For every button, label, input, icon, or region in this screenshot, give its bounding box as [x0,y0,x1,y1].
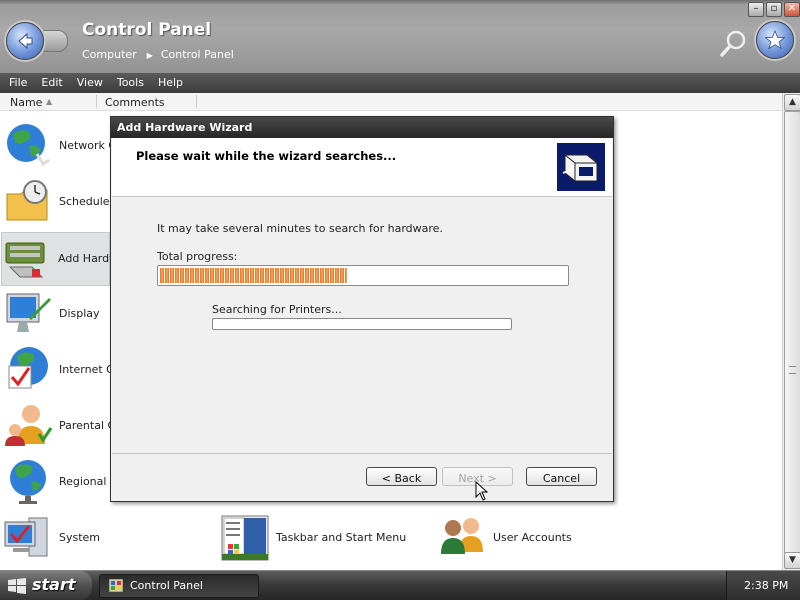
clock[interactable]: 2:38 PM [744,579,788,592]
grip-icon [789,366,796,374]
taskbar: start Control Panel 2:38 PM [0,570,800,600]
favorites-button[interactable] [756,21,794,59]
back-button[interactable] [6,22,44,60]
hardware-wizard-icon [557,143,605,191]
column-header: Name ▲ Comments [0,93,782,111]
list-item-parental-controls[interactable]: Parental Co [3,400,122,452]
list-item-internet-options[interactable]: Internet Op [3,344,122,396]
minimize-button[interactable]: – [748,2,764,17]
menu-view[interactable]: View [70,73,110,93]
search-icon[interactable] [718,28,750,60]
list-item-display[interactable]: Display [3,288,103,340]
system-tray: 2:38 PM [726,571,800,600]
dialog-title-bar[interactable]: Add Hardware Wizard [111,117,613,138]
title-bar: Control Panel Computer ▶ Control Panel – ▫… [0,0,800,73]
menu-edit[interactable]: Edit [34,73,69,93]
start-button[interactable]: start [0,571,92,600]
list-item-regional[interactable]: Regional ar [3,456,121,508]
scroll-up-arrow-icon[interactable]: ▲ [784,94,800,111]
back-button[interactable]: < Back [366,467,437,486]
list-item-user-accounts[interactable]: User Accounts [437,512,577,564]
dialog-body: It may take several minutes to search fo… [112,197,612,452]
scrollbar-thumb[interactable] [784,111,800,554]
arrow-left-icon [18,32,33,50]
list-item-system[interactable]: System [3,512,103,564]
search-progress-bar [212,318,512,330]
scheduled-tasks-icon [6,180,48,221]
mouse-cursor-icon [475,481,489,501]
windows-logo-icon [8,578,26,594]
start-label: start [32,575,76,594]
close-button[interactable]: ✕ [784,2,800,17]
dialog-footer: < Back Next > Cancel [112,453,612,501]
add-hardware-icon [5,242,45,278]
total-progress-label: Total progress: [157,250,238,263]
menu-tools[interactable]: Tools [110,73,151,93]
taskbar-button-label: Control Panel [130,579,203,592]
column-divider[interactable] [196,95,197,108]
add-hardware-wizard-dialog: Add Hardware Wizard Please wait while th… [110,116,614,502]
maximize-button[interactable]: ▫ [766,2,782,17]
searching-status-label: Searching for Printers... [212,303,342,316]
user-accounts-icon [441,518,483,554]
column-comments[interactable]: Comments [105,96,165,109]
sort-ascending-icon: ▲ [46,97,53,106]
internet-options-icon [8,347,48,389]
display-icon [6,293,51,332]
star-icon [764,29,786,50]
column-name[interactable]: Name [10,96,42,109]
dialog-header: Please wait while the wizard searches... [112,138,612,197]
breadcrumb: Computer ▶ Control Panel [82,48,234,61]
list-item-network[interactable]: Network Co [3,120,123,172]
cancel-button[interactable]: Cancel [526,467,597,486]
system-icon [4,517,48,557]
globe-network-icon [7,124,50,167]
scroll-down-arrow-icon[interactable]: ▼ [784,552,800,569]
list-item-scheduled-tasks[interactable]: Scheduled T [3,176,127,228]
taskbar-button-control-panel[interactable]: Control Panel [99,574,259,598]
list-item-label: System [59,531,101,544]
breadcrumb-separator-icon: ▶ [146,51,153,60]
dialog-description: It may take several minutes to search fo… [157,222,443,235]
menu-file[interactable]: File [0,73,34,93]
control-panel-icon [109,579,123,592]
list-item-label: Display [59,307,100,320]
list-item-taskbar-start-menu[interactable]: Taskbar and Start Menu [220,512,406,564]
parental-controls-icon [5,405,53,446]
breadcrumb-item-control-panel[interactable]: Control Panel [161,48,234,61]
column-divider[interactable] [96,95,97,108]
dialog-title: Add Hardware Wizard [117,121,253,134]
total-progress-bar [157,265,569,286]
list-item-add-hardware[interactable]: Add Hardw [1,232,118,286]
dialog-heading: Please wait while the wizard searches... [136,149,397,163]
vertical-scrollbar[interactable]: ▲ ▼ [782,93,800,570]
breadcrumb-item-computer[interactable]: Computer [82,48,137,61]
total-progress-fill [160,268,347,283]
window-title: Control Panel [82,20,212,40]
taskbar-start-menu-icon [221,515,269,561]
menu-bar: File Edit View Tools Help [0,73,800,93]
menu-help[interactable]: Help [151,73,190,93]
regional-options-icon [10,460,46,504]
list-item-label: User Accounts [493,531,572,544]
list-item-label: Taskbar and Start Menu [276,531,407,544]
